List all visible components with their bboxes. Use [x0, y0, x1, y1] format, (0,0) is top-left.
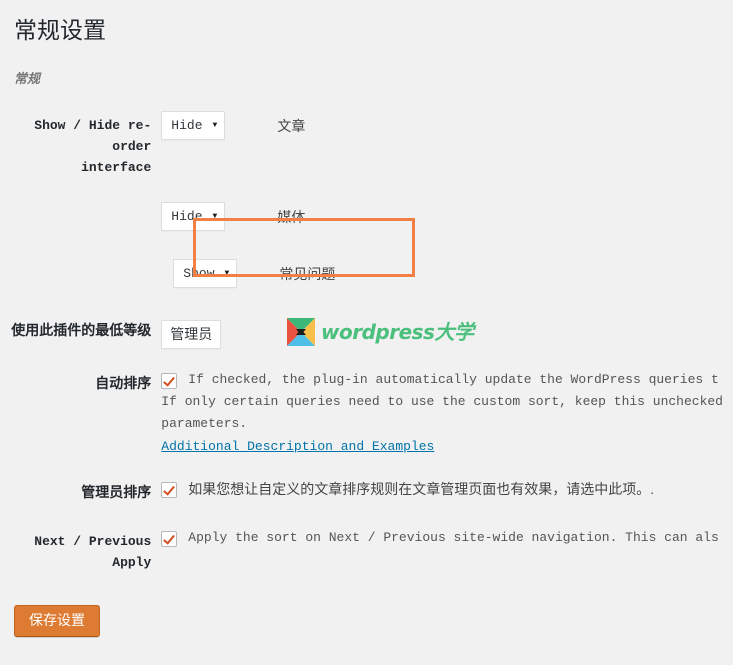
chevron-down-icon: ▼ — [212, 211, 218, 221]
row-field-reorder-faq: Show ▼ 常见问题 — [161, 241, 733, 306]
watermark-text: wordpress大学 — [321, 320, 474, 344]
chevron-down-icon: ▼ — [212, 120, 218, 130]
row-field-next-prev: Apply the sort on Next / Previous site-w… — [161, 517, 733, 587]
auto-sort-desc-line1: If checked, the plug-in automatically up… — [188, 372, 719, 387]
row-label-admin-sort: 管理员排序 — [81, 484, 152, 500]
wordpress-daxue-watermark: wordpress大学 — [287, 318, 474, 346]
table-row-auto-sort: 自动排序 If checked, the plug-in automatical… — [0, 359, 733, 468]
table-row-next-prev: Next / Previous Apply Apply the sort on … — [0, 517, 733, 587]
object-label-media: 媒体 — [277, 208, 306, 225]
table-row-reorder-posts: Show / Hide re-order interface Hide ▼ 文章 — [0, 101, 733, 192]
row-field-reorder-media: Hide ▼ 媒体 — [161, 192, 733, 241]
admin-sort-desc: 如果您想让自定义的文章排序规则在文章管理页面也有效果，请选中此项。. — [188, 481, 655, 497]
section-heading: 常规 — [14, 71, 41, 86]
auto-sort-desc-line3: parameters. — [161, 416, 248, 431]
row-field-admin-sort: 如果您想让自定义的文章排序规则在文章管理页面也有效果，请选中此项。. — [161, 468, 733, 517]
auto-sort-desc-line2: If only certain queries need to use the … — [161, 394, 723, 409]
row-label-reorder-line1: Show / Hide re-order — [34, 118, 152, 154]
select-reorder-media[interactable]: Hide ▼ — [161, 202, 226, 231]
row-label-auto-sort: 自动排序 — [95, 375, 152, 391]
table-row-admin-sort: 管理员排序 如果您想让自定义的文章排序规则在文章管理页面也有效果，请选中此项。. — [0, 468, 733, 517]
min-level-input[interactable]: 管理员 — [161, 320, 222, 349]
select-reorder-faq[interactable]: Show ▼ — [173, 259, 238, 288]
butterfly-logo-icon — [287, 318, 315, 346]
row-label-reorder: Show / Hide re-order interface — [0, 101, 161, 192]
select-reorder-posts-value: Hide — [171, 117, 203, 133]
checkbox-next-prev[interactable] — [161, 531, 178, 547]
checkbox-admin-sort[interactable] — [161, 482, 178, 498]
row-label-min-level: 使用此插件的最低等级 — [11, 322, 152, 338]
next-prev-desc: Apply the sort on Next / Previous site-w… — [188, 530, 719, 545]
chevron-down-icon: ▼ — [224, 268, 230, 278]
select-reorder-media-value: Hide — [171, 208, 203, 224]
object-label-faq: 常见问题 — [279, 265, 336, 282]
row-field-auto-sort: If checked, the plug-in automatically up… — [161, 359, 733, 468]
save-settings-button[interactable]: 保存设置 — [14, 605, 100, 637]
row-label-spacer-faq — [0, 241, 161, 306]
row-label-reorder-line2: interface — [81, 160, 152, 175]
table-row-reorder-faq: Show ▼ 常见问题 — [0, 241, 733, 306]
select-reorder-faq-value: Show — [183, 265, 215, 281]
additional-description-link[interactable]: Additional Description and Examples — [161, 436, 434, 458]
checkbox-auto-sort[interactable] — [161, 373, 178, 389]
select-reorder-posts[interactable]: Hide ▼ — [161, 111, 226, 140]
row-label-next-prev: Next / Previous Apply — [34, 534, 152, 570]
row-label-spacer-media — [0, 192, 161, 241]
page-title: 常规设置 — [14, 18, 106, 43]
object-label-posts: 文章 — [277, 117, 306, 134]
row-field-reorder-posts: Hide ▼ 文章 — [161, 101, 733, 192]
submit-area: 保存设置 — [0, 587, 733, 637]
table-row-reorder-media: Hide ▼ 媒体 — [0, 192, 733, 241]
